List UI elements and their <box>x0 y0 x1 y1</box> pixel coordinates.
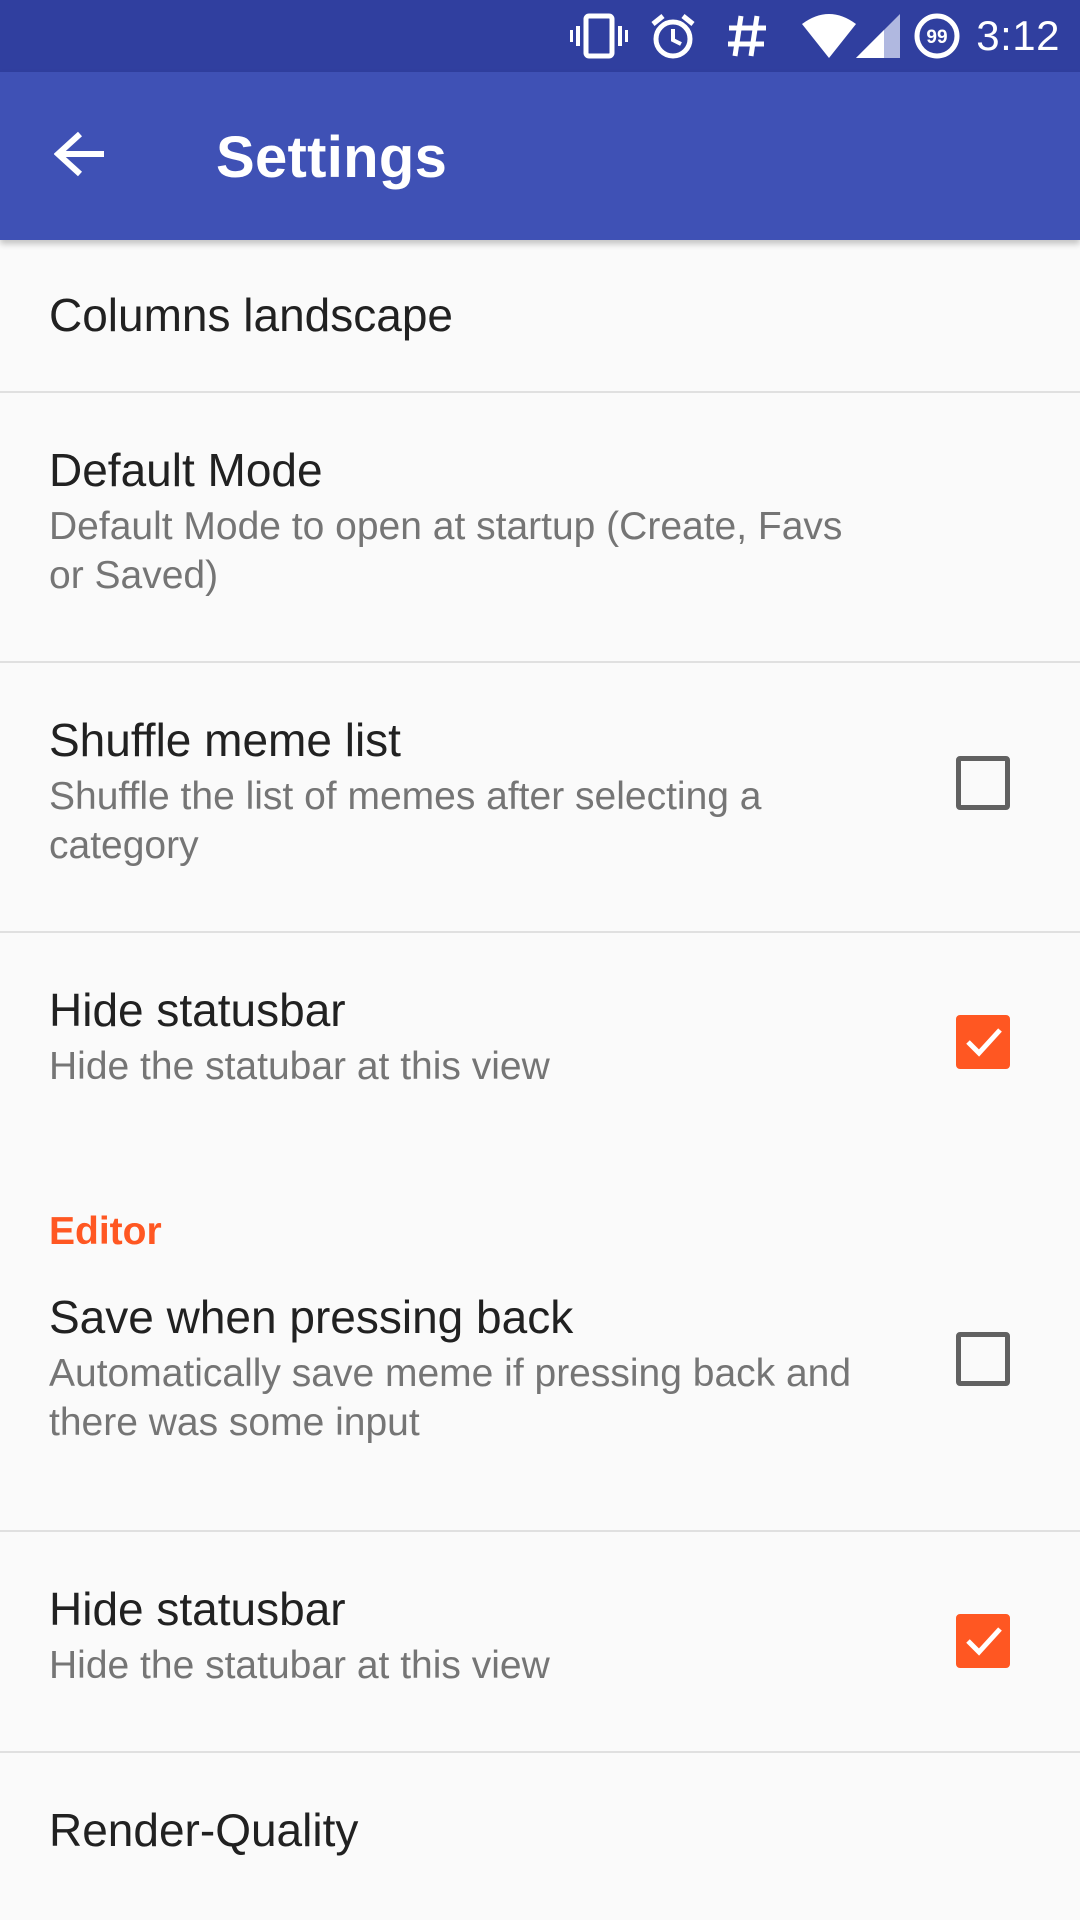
shuffle-checkbox[interactable] <box>956 756 1010 810</box>
back-button[interactable] <box>40 116 120 196</box>
signal-icon <box>856 14 901 58</box>
pref-title: Columns landscape <box>49 289 454 341</box>
pref-columns-landscape[interactable]: Columns landscape <box>0 240 1080 392</box>
arrow-back-icon <box>53 131 106 182</box>
vibrate-icon <box>570 12 629 60</box>
pref-summary: Hide the statubar at this view <box>49 1045 550 1088</box>
pref-title: Default Mode <box>49 444 323 496</box>
status-time: 3:12 <box>976 12 1060 59</box>
wifi-icon <box>802 14 857 58</box>
pref-shuffle-meme-list[interactable]: Shuffle meme list Shuffle the list of me… <box>0 663 1080 932</box>
save-on-back-checkbox[interactable] <box>956 1332 1010 1386</box>
pref-title: Hide statusbar <box>49 984 346 1036</box>
editor-hide-statusbar-checkbox[interactable] <box>956 1614 1010 1668</box>
pref-summary: Automatically save meme if pressing back… <box>49 1352 852 1444</box>
pref-editor-hide-statusbar[interactable]: Hide statusbar Hide the statubar at this… <box>0 1532 1080 1752</box>
pref-title: Shuffle meme list <box>49 714 401 766</box>
check-icon <box>966 1028 1002 1057</box>
page-title: Settings <box>216 125 448 190</box>
app-bar: Settings <box>0 72 1080 240</box>
pref-hide-statusbar[interactable]: Hide statusbar Hide the statubar at this… <box>0 933 1080 1151</box>
hashtag-icon <box>726 12 768 60</box>
pref-save-when-pressing-back[interactable]: Save when pressing back Automatically sa… <box>0 1290 1080 1530</box>
pref-title: Save when pressing back <box>49 1291 574 1343</box>
pref-title: Render-Quality <box>49 1804 359 1856</box>
status-icons: 99 3:12 <box>570 0 1060 72</box>
battery-99-icon: 99 <box>914 13 960 59</box>
category-editor: Editor <box>49 1210 162 1253</box>
pref-summary: Shuffle the list of memes after selectin… <box>49 775 762 867</box>
pref-summary: Default Mode to open at startup (Create,… <box>49 505 843 597</box>
hide-statusbar-checkbox[interactable] <box>956 1015 1010 1069</box>
alarm-icon <box>650 12 696 60</box>
svg-text:99: 99 <box>927 27 948 48</box>
pref-title: Hide statusbar <box>49 1583 346 1635</box>
pref-render-quality[interactable]: Render-Quality <box>0 1753 1080 1920</box>
check-icon <box>966 1627 1002 1656</box>
pref-summary: Hide the statubar at this view <box>49 1644 550 1687</box>
status-bar: 99 3:12 <box>0 0 1080 72</box>
